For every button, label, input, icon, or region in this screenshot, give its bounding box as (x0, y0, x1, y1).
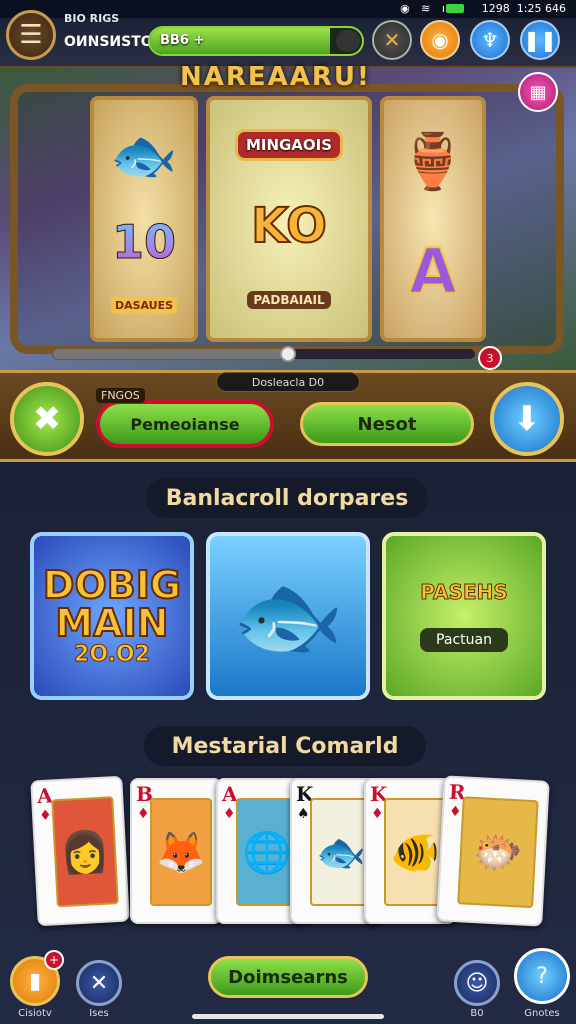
card[interactable]: R ♦ 🐡 (436, 775, 550, 927)
featured-tile-2[interactable]: 🐟 (206, 532, 370, 700)
xp-bar: BB6 + (148, 26, 364, 56)
reel-3-big-symbol: A (408, 234, 458, 309)
card[interactable]: A ♦ 👩 (30, 775, 130, 927)
tile-1-title-2: MAIN (54, 600, 169, 645)
spin-progress-knob[interactable] (280, 346, 296, 362)
nav-badge: + (44, 950, 64, 970)
tile-1-title: DOBIG (42, 562, 182, 607)
gift-box-icon[interactable]: ▦ (518, 72, 558, 112)
card-suit: ♦ (223, 806, 236, 822)
reel-1: 🐟 10 DASAUES (90, 96, 198, 342)
bet-button[interactable]: Pemeoianse (96, 400, 274, 448)
profile-icon[interactable]: ☺ (454, 960, 500, 1006)
tile-3-button[interactable]: Pactuan (420, 628, 508, 652)
globe-icon: 🌐 (236, 798, 298, 906)
card-suit: ♦ (448, 803, 462, 821)
featured-tile-1[interactable]: DOBIG MAIN 2O.O2 (30, 532, 194, 700)
notification-badge: 3 (478, 346, 502, 370)
spin-progress-fill (53, 349, 286, 359)
featured-tile-3[interactable]: PASEHS Pactuan (382, 532, 546, 700)
close-x-icon[interactable]: ✕ (372, 20, 412, 60)
nav-label: Ises (89, 1008, 109, 1019)
status-time: 1:25 646 (516, 2, 566, 15)
fish-icon: 🐟 (110, 123, 178, 187)
creature-icon: 🦊 (150, 798, 212, 906)
hamburger-icon[interactable]: ☰ (6, 10, 56, 60)
bottle-icon: 🏺 (399, 130, 467, 194)
card-suit: ♦ (137, 806, 150, 822)
control-label: Dosleacla D0 (216, 372, 360, 392)
card-suit: ♦ (371, 806, 384, 822)
fish-icon: 🐡 (457, 796, 539, 909)
fish-icon: 🐠 (384, 798, 446, 906)
card[interactable]: B ♦ 🦊 (130, 778, 222, 924)
featured-section-title: Banlacroll dorpares (146, 478, 428, 518)
nav-label: Gnotes (524, 1008, 560, 1019)
fish-icon: 🐟 (231, 563, 345, 669)
xp-bar-end (336, 30, 360, 52)
status-date: 1298 (481, 2, 510, 15)
slot-title: NAREAARU! (180, 62, 371, 92)
xp-text: BB6 + (160, 33, 205, 48)
gift-icon[interactable]: ♆ (470, 20, 510, 60)
main-button[interactable]: Doimsearns (208, 956, 368, 998)
pause-icon[interactable]: ❚❚ (520, 20, 560, 60)
reel-2-big-symbol: KO (250, 197, 328, 255)
nav-label: B0 (470, 1008, 484, 1019)
home-indicator[interactable] (192, 1014, 384, 1019)
back-arrow-icon[interactable]: ✖ (10, 382, 84, 456)
coin-icon[interactable]: ◉ (420, 20, 460, 60)
card-suit: ♠ (297, 806, 310, 822)
battery-icon (446, 4, 464, 13)
cards-section-title: Mestarial Comarld (144, 726, 426, 766)
down-arrow-icon[interactable]: ⬇ (490, 382, 564, 456)
reel-1-big-symbol: 10 (111, 215, 176, 270)
card-suit: ♦ (38, 807, 53, 825)
reel-1-label: DASAUES (110, 297, 178, 315)
bet-tag: FNGOS (96, 388, 145, 403)
tile-3-title: PASEHS (420, 580, 509, 605)
player-name: BIO RIGS (64, 12, 120, 25)
reel-3: 🏺 A (380, 96, 486, 342)
tools-icon[interactable]: ✕ (76, 960, 122, 1006)
reel-2-label: PADBAIAIL (247, 291, 331, 310)
reset-button[interactable]: Nesot (300, 402, 474, 446)
tile-1-sub: 2O.O2 (74, 641, 151, 667)
question-icon[interactable]: ? (514, 948, 570, 1004)
character-icon: 👩 (51, 796, 119, 908)
spin-progress-track (52, 348, 476, 360)
nav-label: Cisiotv (18, 1008, 52, 1019)
reel-2: MINGAOIS KO PADBAIAIL (206, 96, 372, 342)
reel-2-top-label: MINGAOIS (234, 128, 344, 161)
fish-icon: 🐟 (310, 798, 372, 906)
